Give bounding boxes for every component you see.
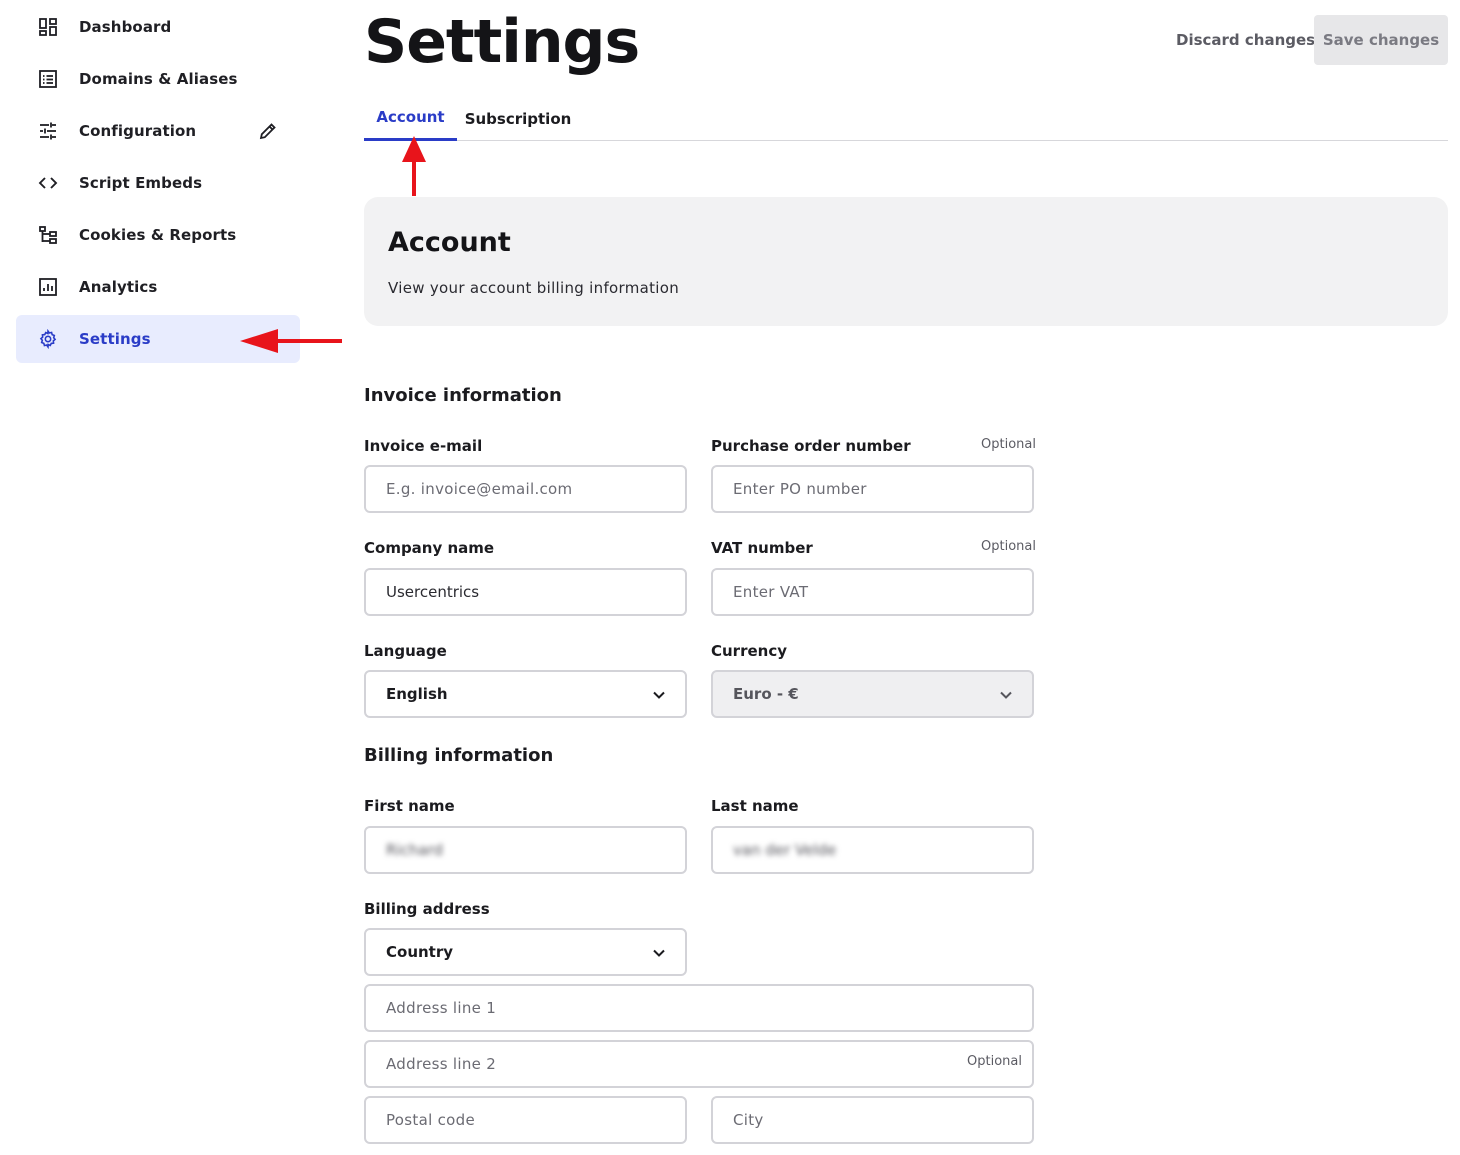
gear-icon <box>39 329 57 349</box>
sidebar-item-label: Cookies & Reports <box>79 226 237 244</box>
chevron-down-icon <box>1000 691 1012 699</box>
first-name-value: Richard <box>386 841 443 859</box>
tree-icon <box>39 226 57 244</box>
sidebar-item-label: Settings <box>79 330 151 348</box>
page-title: Settings <box>364 7 640 77</box>
sidebar-item-cookies-reports[interactable]: Cookies & Reports <box>16 211 300 259</box>
address-line-2-field: Optional <box>364 1040 1034 1088</box>
company-name-label: Company name <box>364 539 495 557</box>
country-select-value: Country <box>386 943 454 961</box>
settings-tabs: Account Subscription <box>364 96 1448 141</box>
sidebar-item-analytics[interactable]: Analytics <box>16 263 300 311</box>
sliders-icon <box>40 122 56 140</box>
first-name-input[interactable]: Richard <box>364 826 687 874</box>
annotation-arrow-up-icon <box>402 136 426 196</box>
sidebar-item-label: Domains & Aliases <box>79 70 238 88</box>
list-icon <box>39 70 57 88</box>
invoice-section-title: Invoice information <box>364 385 562 406</box>
sidebar-item-label: Configuration <box>79 122 197 140</box>
annotation-arrow-left-icon <box>240 329 342 353</box>
address-line-2-optional-label: Optional <box>967 1054 1022 1069</box>
country-select[interactable]: Country <box>364 928 687 976</box>
invoice-email-label: Invoice e-mail <box>364 437 483 455</box>
sidebar-item-label: Analytics <box>79 278 158 296</box>
currency-select-value: Euro - € <box>733 685 799 703</box>
last-name-input[interactable]: van der Velde <box>711 826 1034 874</box>
address-line-1-input[interactable] <box>364 984 1034 1032</box>
chevron-down-icon <box>653 949 665 957</box>
currency-label: Currency <box>711 642 788 660</box>
sidebar: Dashboard Domains & Aliases Configuratio… <box>16 0 300 363</box>
tab-subscription[interactable]: Subscription <box>460 96 576 141</box>
dashboard-icon <box>39 18 57 36</box>
billing-address-label: Billing address <box>364 900 490 918</box>
account-card: Account View your account billing inform… <box>364 197 1448 326</box>
account-card-title: Account <box>388 227 511 258</box>
invoice-email-input[interactable] <box>364 465 687 513</box>
language-label: Language <box>364 642 447 660</box>
last-name-value: van der Velde <box>733 841 837 859</box>
po-number-label: Purchase order number <box>711 437 911 455</box>
chart-icon <box>39 278 57 296</box>
currency-select[interactable]: Euro - € <box>711 670 1034 718</box>
vat-number-input[interactable] <box>711 568 1034 616</box>
sidebar-item-script-embeds[interactable]: Script Embeds <box>16 159 300 207</box>
sidebar-item-label: Script Embeds <box>79 174 203 192</box>
sidebar-item-label: Dashboard <box>79 18 172 36</box>
discard-changes-button[interactable]: Discard changes <box>1164 15 1327 65</box>
city-input[interactable] <box>711 1096 1034 1144</box>
language-select-value: English <box>386 685 448 703</box>
account-card-description: View your account billing information <box>388 279 680 297</box>
vat-number-label: VAT number <box>711 539 813 557</box>
vat-optional-label: Optional <box>981 539 1036 554</box>
postal-code-input[interactable] <box>364 1096 687 1144</box>
pencil-icon[interactable] <box>258 121 278 141</box>
chevron-down-icon <box>653 691 665 699</box>
code-icon <box>38 177 58 189</box>
last-name-label: Last name <box>711 797 799 815</box>
sidebar-item-dashboard[interactable]: Dashboard <box>16 3 300 51</box>
sidebar-item-domains[interactable]: Domains & Aliases <box>16 55 300 103</box>
address-line-2-input[interactable] <box>364 1040 1034 1088</box>
sidebar-item-configuration[interactable]: Configuration <box>16 107 300 155</box>
billing-section-title: Billing information <box>364 745 554 766</box>
company-name-input[interactable] <box>364 568 687 616</box>
po-optional-label: Optional <box>981 437 1036 452</box>
first-name-label: First name <box>364 797 455 815</box>
save-changes-button[interactable]: Save changes <box>1314 15 1448 65</box>
po-number-input[interactable] <box>711 465 1034 513</box>
language-select[interactable]: English <box>364 670 687 718</box>
